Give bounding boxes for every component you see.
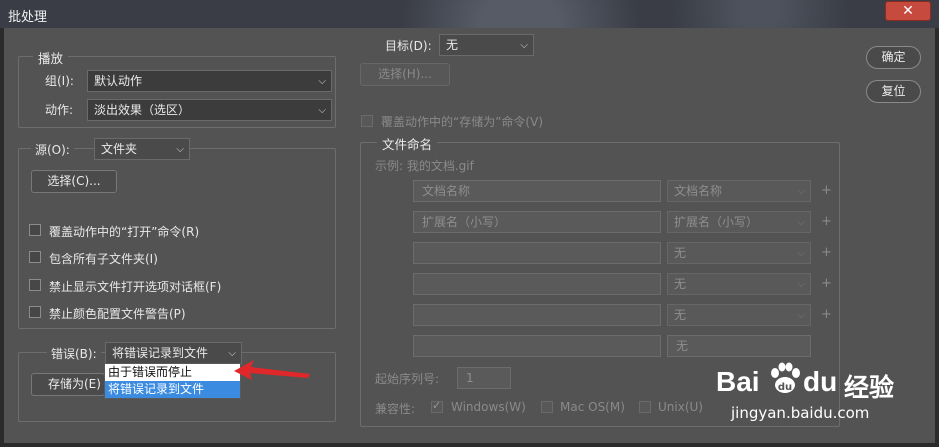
action-select-value: 淡出效果（选区）: [94, 103, 191, 117]
watermark-bai: Bai: [716, 366, 760, 397]
action-select[interactable]: 淡出效果（选区） ⌵: [87, 99, 332, 121]
errors-dropdown-list: 由于错误而停止 将错误记录到文件: [104, 363, 241, 399]
save-as-button[interactable]: 存储为(E): [31, 373, 105, 396]
group-label: 组(I):: [45, 74, 74, 88]
chevron-down-icon: ⌵: [318, 76, 326, 87]
source-label: 源(O):: [31, 141, 74, 158]
name-select-4-value: 无: [674, 277, 687, 291]
suppress-color-warning-label[interactable]: 禁止颜色配置文件警告(P): [49, 305, 186, 322]
dialog-client: 播放 组(I): 默认动作 ⌵ 动作: 淡出效果（选区） ⌵ 源(O): 文件夹…: [4, 28, 935, 443]
group-select[interactable]: 默认动作 ⌵: [87, 70, 332, 92]
action-label: 动作:: [45, 103, 74, 117]
watermark-du: du: [803, 366, 838, 397]
name-select-3-value: 无: [674, 246, 687, 260]
window-title: 批处理: [8, 10, 48, 25]
name-field-6[interactable]: [413, 335, 661, 357]
source-select-value: 文件夹: [101, 142, 138, 156]
compat-label: 兼容性:: [375, 402, 416, 416]
target-choose-button[interactable]: 选择(H)...: [360, 63, 450, 86]
reset-button[interactable]: 复位: [866, 80, 921, 103]
chevron-down-icon: ⌵: [797, 310, 805, 321]
compat-mac-label[interactable]: Mac OS(M): [560, 400, 625, 414]
suppress-open-dialog-label[interactable]: 禁止显示文件打开选项对话框(F): [49, 278, 221, 295]
name-select-2-value: 扩展名（小写）: [674, 215, 759, 229]
start-serial-label: 起始序列号:: [375, 372, 440, 386]
compat-mac-checkbox[interactable]: [541, 401, 553, 413]
override-save-label[interactable]: 覆盖动作中的“存储为”命令(V): [381, 113, 543, 130]
naming-legend: 文件命名: [377, 134, 438, 153]
errors-label: 错误(B):: [47, 345, 101, 362]
name-select-5[interactable]: 无 ⌵: [667, 304, 811, 326]
chevron-down-icon: ⌵: [176, 144, 184, 155]
compat-unix-checkbox[interactable]: [639, 401, 651, 413]
errors-select[interactable]: 将错误记录到文件 ⌵: [105, 342, 242, 364]
chevron-down-icon: ⌵: [797, 186, 805, 197]
target-select[interactable]: 无 ⌵: [439, 34, 534, 56]
name-field-3[interactable]: [413, 242, 661, 264]
name-select-2[interactable]: 扩展名（小写） ⌵: [667, 211, 811, 233]
dropdown-option-log[interactable]: 将错误记录到文件: [105, 381, 240, 398]
name-field-5[interactable]: [413, 304, 661, 326]
chevron-down-icon: ⌵: [520, 40, 528, 51]
source-choose-button[interactable]: 选择(C)...: [31, 170, 117, 193]
play-group: 播放 组(I): 默认动作 ⌵ 动作: 淡出效果（选区） ⌵: [18, 48, 336, 128]
close-icon: ✕: [902, 3, 914, 19]
title-bar: 批处理 ✕: [0, 0, 939, 28]
add-row-icon[interactable]: +: [821, 276, 832, 291]
name-select-3[interactable]: 无 ⌵: [667, 242, 811, 264]
annotation-arrow-icon: [234, 360, 310, 380]
start-serial-input[interactable]: 1: [457, 367, 511, 389]
name-select-1[interactable]: 文档名称 ⌵: [667, 180, 811, 202]
chevron-down-icon: ⌵: [318, 105, 326, 116]
dropdown-option-stop[interactable]: 由于错误而停止: [105, 364, 240, 381]
name-select-5-value: 无: [674, 308, 687, 322]
name-select-4[interactable]: 无 ⌵: [667, 273, 811, 295]
compat-windows-checkbox[interactable]: [431, 399, 443, 413]
compat-unix-label[interactable]: Unix(U): [658, 400, 703, 414]
group-select-value: 默认动作: [94, 74, 143, 88]
suppress-color-warning-checkbox[interactable]: [29, 306, 41, 318]
source-select[interactable]: 文件夹 ⌵: [94, 138, 190, 160]
save-as-label: 存储为(E): [48, 377, 101, 391]
errors-select-value: 将错误记录到文件: [112, 346, 209, 360]
watermark-url: jingyan.baidu.com: [731, 404, 870, 422]
suppress-open-dialog-checkbox[interactable]: [29, 279, 41, 291]
name-select-1-value: 文档名称: [674, 184, 723, 198]
compat-windows-label[interactable]: Windows(W): [451, 400, 526, 414]
paw-icon: du: [771, 362, 800, 393]
add-row-icon[interactable]: +: [821, 183, 832, 198]
source-group: 源(O): 文件夹 ⌵ 选择(C)... 覆盖动作中的“打开”命令(R) 包含所…: [18, 138, 336, 329]
add-row-icon[interactable]: +: [821, 307, 832, 322]
name-field-1[interactable]: 文档名称: [413, 180, 661, 202]
override-open-label[interactable]: 覆盖动作中的“打开”命令(R): [49, 223, 199, 240]
watermark-jingyan: 经验: [844, 373, 895, 402]
svg-text:du: du: [778, 382, 792, 393]
chevron-down-icon: ⌵: [797, 248, 805, 259]
name-field-4[interactable]: [413, 273, 661, 295]
include-subfolders-label[interactable]: 包含所有子文件夹(I): [49, 250, 158, 267]
add-row-icon[interactable]: +: [821, 214, 832, 229]
target-label: 目标(D):: [385, 39, 432, 53]
include-subfolders-checkbox[interactable]: [29, 251, 41, 263]
naming-example: 示例: 我的文档.gif: [375, 159, 474, 173]
chevron-down-icon: ⌵: [797, 217, 805, 228]
chevron-down-icon: ⌵: [797, 279, 805, 290]
name-field-2[interactable]: 扩展名（小写）: [413, 211, 661, 233]
override-open-checkbox[interactable]: [29, 224, 41, 236]
name-select-6[interactable]: 无: [667, 335, 811, 357]
play-legend: 播放: [33, 48, 69, 67]
target-select-value: 无: [446, 38, 459, 52]
close-button[interactable]: ✕: [885, 1, 931, 21]
add-row-icon[interactable]: +: [821, 245, 832, 260]
ok-button[interactable]: 确定: [866, 46, 921, 69]
override-save-checkbox[interactable]: [361, 115, 373, 127]
